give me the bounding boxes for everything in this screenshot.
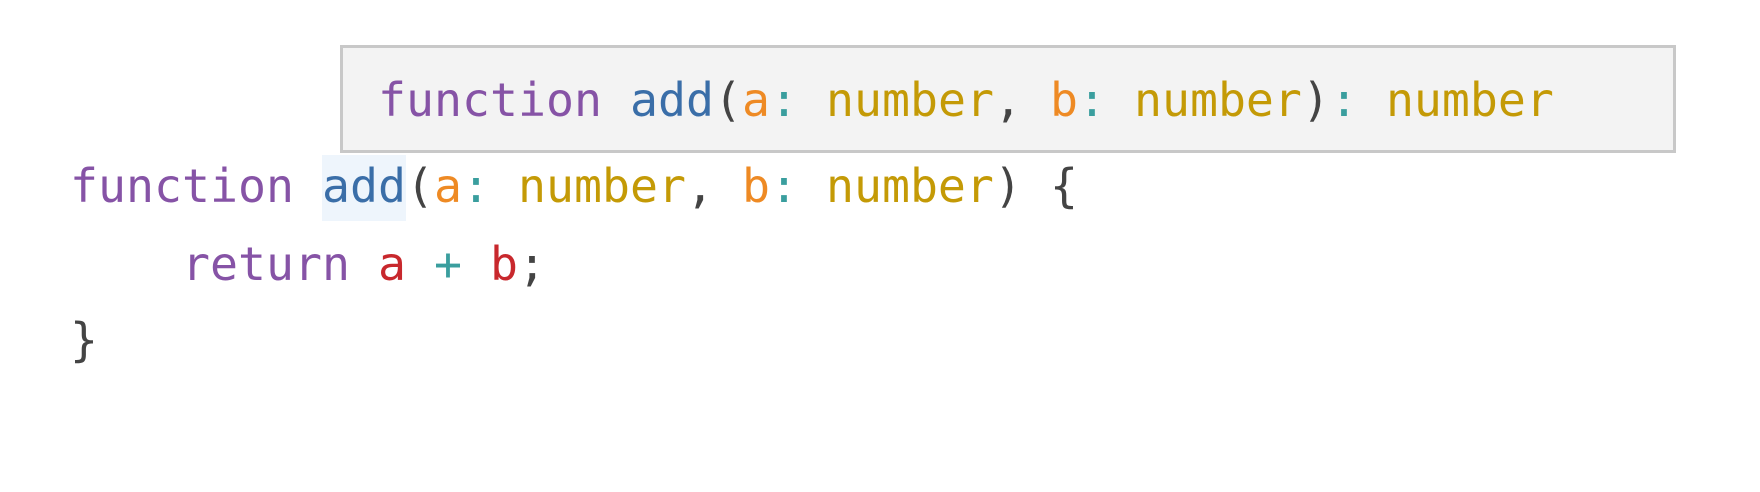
hover-type: number xyxy=(1133,73,1302,127)
type-number[interactable]: number xyxy=(518,159,686,213)
code-line-3[interactable]: } xyxy=(70,312,98,368)
colon: : xyxy=(461,159,490,213)
colon: : xyxy=(769,159,798,213)
open-brace: { xyxy=(1049,159,1078,213)
hover-tooltip: function add(a: number, b: number): numb… xyxy=(340,45,1676,153)
hover-colon: : xyxy=(1077,73,1106,127)
hover-param-b: b xyxy=(1049,73,1078,127)
function-name-add[interactable]: add xyxy=(321,155,406,221)
hover-signature: function add(a: number, b: number): numb… xyxy=(378,72,1554,128)
variable-b[interactable]: b xyxy=(490,237,518,291)
code-line-1[interactable]: function add(a: number, b: number) { xyxy=(70,155,1078,221)
hover-open-paren: ( xyxy=(713,73,742,127)
close-paren: ) xyxy=(993,159,1022,213)
hover-function-name: add xyxy=(629,73,714,127)
hover-type: number xyxy=(825,73,994,127)
code-editor[interactable]: function add(a: number, b: number): numb… xyxy=(0,0,1760,492)
param-b[interactable]: b xyxy=(742,159,770,213)
hover-colon: : xyxy=(1329,73,1358,127)
operator-plus: + xyxy=(433,237,462,291)
hover-return-type: number xyxy=(1385,73,1554,127)
keyword-return: return xyxy=(181,237,350,291)
variable-a[interactable]: a xyxy=(378,237,406,291)
open-paren: ( xyxy=(405,159,434,213)
hover-comma: , xyxy=(993,73,1022,127)
hover-param-a: a xyxy=(741,73,770,127)
hover-close-paren: ) xyxy=(1301,73,1330,127)
hover-colon: : xyxy=(769,73,798,127)
keyword-function: function xyxy=(70,159,294,213)
code-line-2[interactable]: return a + b; xyxy=(70,236,546,292)
param-a[interactable]: a xyxy=(434,159,462,213)
hover-keyword: function xyxy=(378,73,602,127)
semicolon: ; xyxy=(517,237,546,291)
type-number[interactable]: number xyxy=(826,159,994,213)
close-brace: } xyxy=(70,313,98,367)
comma: , xyxy=(685,159,714,213)
